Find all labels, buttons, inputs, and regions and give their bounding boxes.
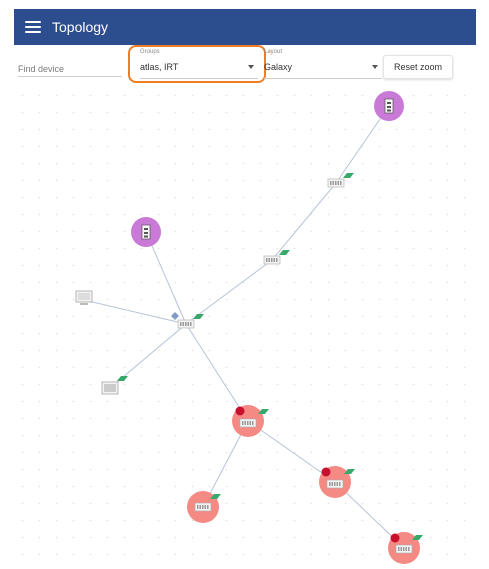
alarm-icon	[235, 406, 245, 416]
topology-edges	[83, 105, 405, 549]
alarm-icon	[321, 467, 331, 477]
switch-node[interactable]	[171, 312, 204, 329]
alarm-node[interactable]	[187, 491, 221, 523]
pc-node[interactable]	[75, 290, 93, 305]
diamond-icon	[171, 312, 179, 320]
topology-graph[interactable]	[0, 0, 489, 569]
alarm-node[interactable]	[388, 532, 423, 564]
device-node[interactable]	[101, 376, 128, 395]
switch-node[interactable]	[263, 250, 290, 265]
alarm-icon	[390, 533, 400, 543]
device-node[interactable]	[131, 217, 161, 247]
alarm-node[interactable]	[319, 466, 355, 498]
device-node[interactable]	[374, 91, 404, 121]
